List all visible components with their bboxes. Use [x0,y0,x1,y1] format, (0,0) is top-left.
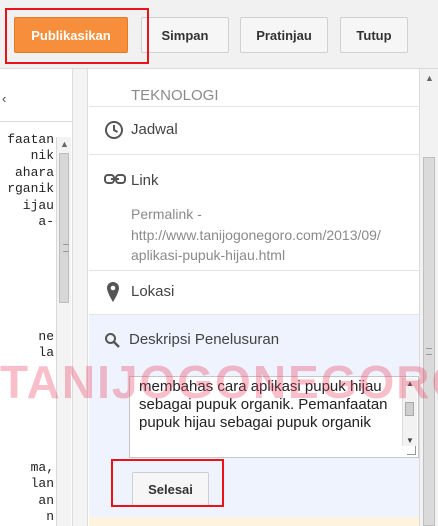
panel-divider [72,69,88,526]
scroll-up-icon[interactable]: ▲ [425,73,434,83]
editor-line: n [46,509,54,525]
editor-line: la [38,345,54,361]
editor-line: ahara [14,164,54,180]
panel-scrollbar[interactable]: ▲ [419,69,438,526]
textarea-scrollbar[interactable]: ▲ ▼ [402,378,417,446]
scroll-down-icon[interactable]: ▼ [406,436,414,445]
permalink-label: Permalink - [131,206,202,222]
link-icon [104,172,126,191]
editor-line: ijau [22,197,54,213]
search-description-section: Deskripsi Penelusuran membahas cara apli… [89,315,419,526]
search-description-text: membahas cara aplikasi pupuk hijau sebag… [139,378,388,431]
permalink-url-line2: aplikasi-pupuk-hijau.html [131,247,286,263]
editor-scrollbar[interactable]: ▲ [56,137,71,526]
labels-value: TEKNOLOGI [131,87,219,104]
search-description-textarea[interactable]: membahas cara aplikasi pupuk hijau sebag… [129,376,419,458]
chevron-left-icon[interactable]: ‹ [2,91,6,106]
editor-toolbar: Publikasikan Simpan Pratinjau Tutup [0,0,438,69]
editor-line: ma, [30,460,54,475]
editor-line: a- [38,214,54,229]
permalink-url-line1: http://www.tanijogonegoro.com/2013/09/ [131,227,381,243]
scroll-up-icon[interactable]: ▲ [60,139,69,149]
search-description-label: Deskripsi Penelusuran [129,331,280,348]
editor-line: nik [30,148,54,164]
panel-bottom-strip [89,517,419,526]
editor-line: rganik [7,181,54,197]
location-label: Lokasi [131,283,175,300]
publish-button[interactable]: Publikasikan [14,17,128,53]
done-button[interactable]: Selesai [132,472,209,507]
link-label: Link [131,172,159,189]
close-button[interactable]: Tutup [340,17,408,53]
preview-button[interactable]: Pratinjau [240,17,328,53]
search-icon [104,332,120,353]
panel-scroll-thumb[interactable] [423,157,435,526]
editor-scroll-thumb[interactable] [59,153,69,303]
schedule-row[interactable]: Jadwal [89,107,419,155]
link-row[interactable]: Link Permalink - http://www.tanijogonego… [89,155,419,271]
labels-row[interactable]: TEKNOLOGI [89,69,419,107]
location-row[interactable]: Lokasi [89,271,419,315]
textarea-scroll-thumb[interactable] [405,402,414,416]
clock-icon [104,120,124,145]
editor-line: faatan [7,132,54,147]
editor-line: ne [38,328,54,344]
editor-line: lan [30,476,54,492]
save-button[interactable]: Simpan [141,17,229,53]
resize-handle-icon[interactable] [407,446,416,455]
location-pin-icon [106,281,120,308]
post-settings-panel: TEKNOLOGI Jadwal Link Permalink - http:/… [89,69,419,526]
scroll-up-icon[interactable]: ▲ [406,379,414,388]
editor-line: an [38,492,54,508]
schedule-label: Jadwal [131,121,178,138]
